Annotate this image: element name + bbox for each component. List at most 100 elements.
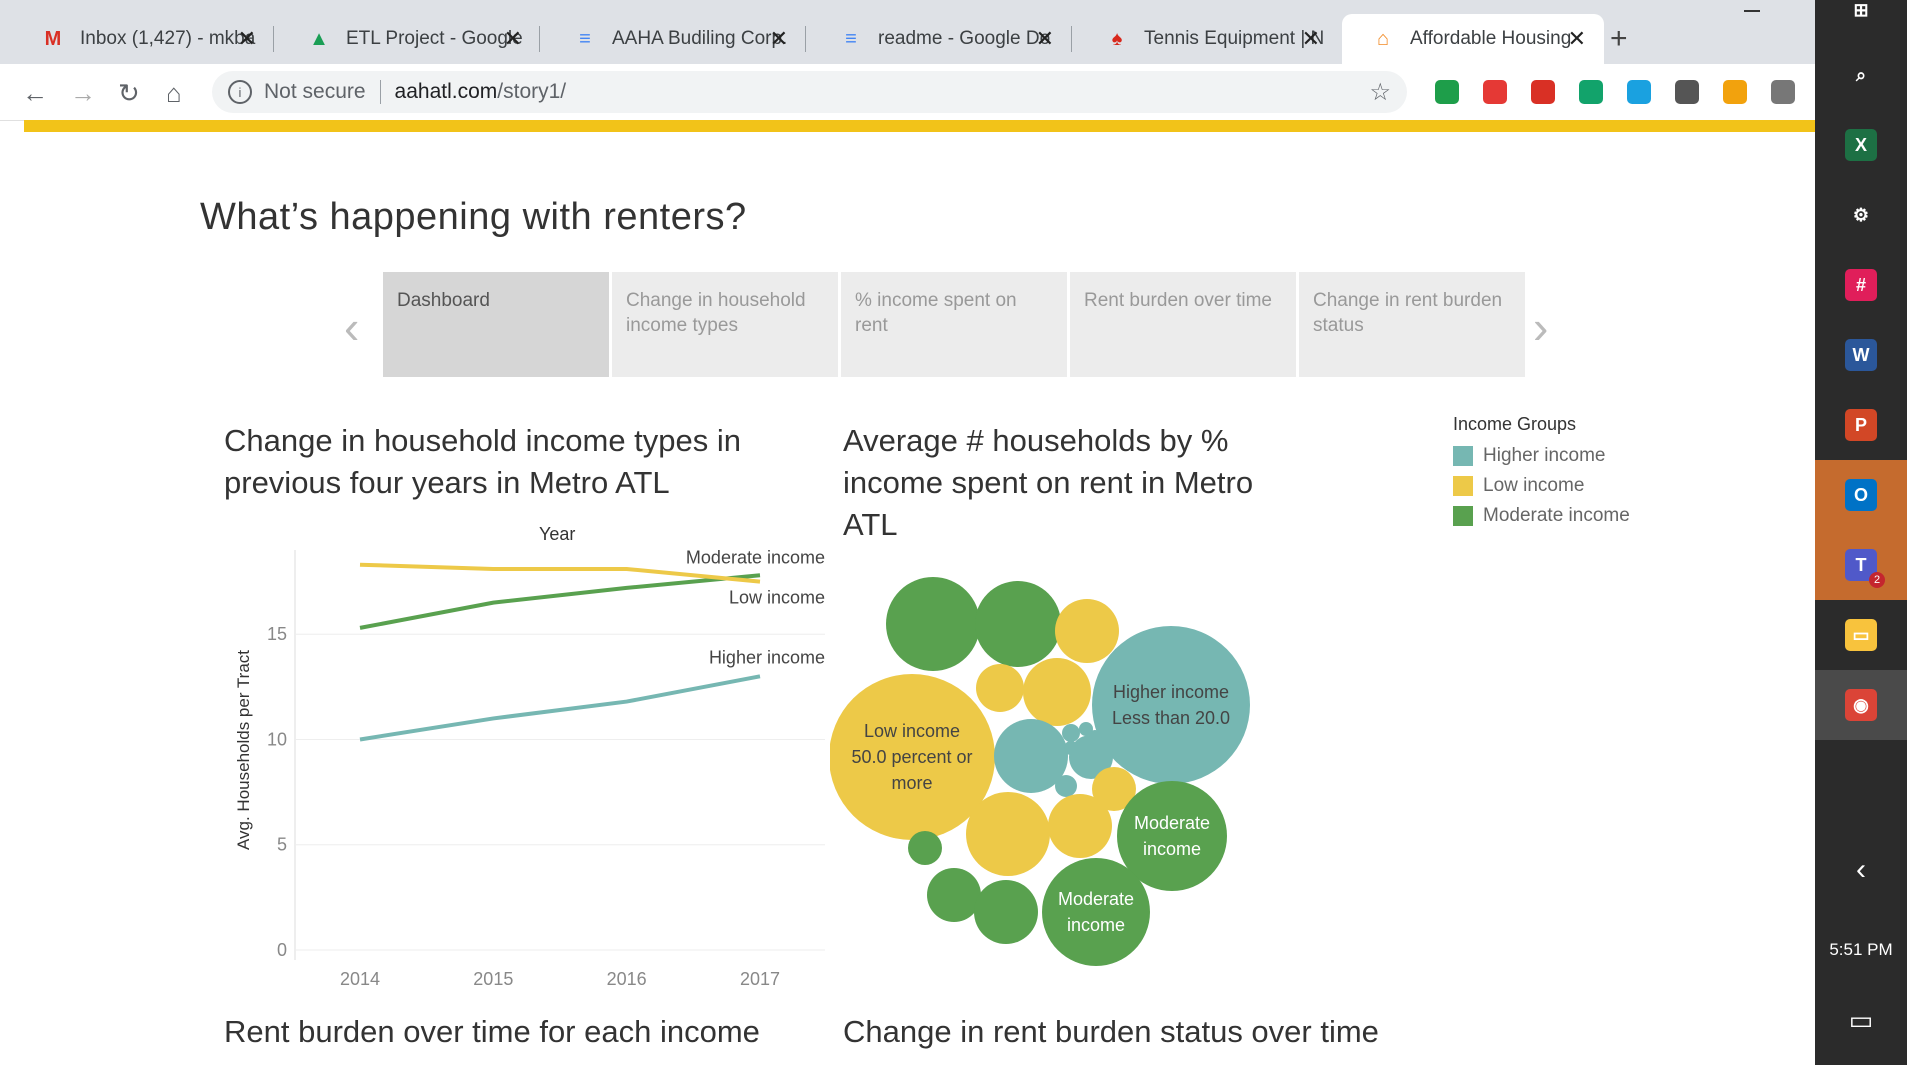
browser-tab[interactable]: ≡ AAHA Budiling Corp. ✕ [544, 14, 806, 64]
browser-tab[interactable]: ▲ ETL Project - Google ✕ [278, 14, 540, 64]
bubble[interactable] [1055, 599, 1119, 663]
settings-icon: ⚙ [1852, 204, 1870, 225]
housing-site-icon: ⌂ [1376, 27, 1390, 50]
google-drive-icon: ▲ [309, 27, 329, 50]
legend-label: Moderate income [1483, 505, 1630, 526]
tab-separator [1071, 26, 1072, 52]
home-icon[interactable]: ⌂ [166, 78, 182, 109]
story-next-arrow-icon[interactable]: › [1533, 300, 1548, 354]
bubble[interactable] [1048, 794, 1112, 858]
bubble[interactable] [976, 664, 1024, 712]
search-icon: ⌕ [1855, 64, 1867, 85]
info-icon[interactable]: i [228, 80, 252, 104]
x-tick-label: 2016 [607, 969, 647, 989]
settings-taskbar-button[interactable]: ⚙ [1815, 180, 1907, 250]
bubble-chart-title: Average # households by % income spent o… [843, 423, 1254, 542]
extension-icon[interactable] [1483, 80, 1507, 104]
extension-icon[interactable] [1579, 80, 1603, 104]
bubble[interactable] [927, 868, 981, 922]
bubble[interactable] [975, 581, 1061, 667]
legend-label: Low income [1483, 475, 1585, 496]
reload-icon[interactable]: ↻ [118, 78, 140, 109]
bubble[interactable] [1042, 858, 1150, 966]
bubble[interactable] [1023, 658, 1091, 726]
back-icon[interactable]: ← [22, 78, 48, 109]
address-bar[interactable]: i Not secure aahatl.com /story1/ ☆ [212, 71, 1407, 113]
new-tab-button[interactable]: + [1610, 22, 1628, 56]
tab-close-icon[interactable]: ✕ [1568, 26, 1586, 52]
story-point-label: % income spent on rent [855, 290, 1017, 336]
legend-label: Higher income [1483, 445, 1606, 466]
tab-close-icon[interactable]: ✕ [504, 26, 522, 52]
bubble[interactable] [1062, 724, 1080, 742]
bookmark-star-icon[interactable]: ☆ [1369, 78, 1391, 107]
bubble[interactable] [1092, 626, 1250, 784]
forward-icon[interactable]: → [70, 78, 96, 109]
action-center-button[interactable]: ▭ [1815, 995, 1907, 1045]
tab-close-icon[interactable]: ✕ [1036, 26, 1054, 52]
story-point-tab[interactable]: % income spent on rent [841, 272, 1067, 377]
excel-taskbar-button[interactable]: X [1815, 110, 1907, 180]
file-explorer-taskbar-button[interactable]: ▭ [1815, 600, 1907, 670]
story-point-tab[interactable]: Change in household income types [612, 272, 838, 377]
legend-item[interactable]: Moderate income [1453, 501, 1630, 531]
bubble[interactable] [1055, 775, 1077, 797]
address-divider [379, 80, 381, 104]
bubble-chart: Low income 50.0 percent or moreHigher inco… [830, 577, 1250, 966]
slack-taskbar-button[interactable]: # [1815, 250, 1907, 320]
tab-close-icon[interactable]: ✕ [770, 26, 788, 52]
outlook-taskbar-button[interactable]: O [1815, 460, 1907, 530]
tab-close-icon[interactable]: ✕ [1302, 26, 1320, 52]
tab-close-icon[interactable]: ✕ [238, 26, 256, 52]
tennis-site-icon: ♠ [1111, 27, 1123, 50]
story-prev-arrow-icon[interactable]: ‹ [344, 300, 359, 354]
extension-icon[interactable] [1771, 80, 1795, 104]
extension-icon[interactable] [1723, 80, 1747, 104]
x-tick-label: 2015 [473, 969, 513, 989]
story-point-tab[interactable]: Dashboard [383, 272, 609, 377]
rent-burden-over-time-title: Rent burden over time for each income [224, 1014, 760, 1049]
word-taskbar-button[interactable]: W [1815, 320, 1907, 390]
bubble[interactable] [974, 880, 1038, 944]
teams-taskbar-button[interactable]: T2 [1815, 530, 1907, 600]
chevron-left-icon: ‹ [1856, 853, 1866, 886]
legend-swatch [1453, 506, 1473, 526]
browser-tab[interactable]: ≡ readme - Google Do ✕ [810, 14, 1072, 64]
browser-tab[interactable]: M Inbox (1,427) - mkba ✕ [12, 14, 274, 64]
legend-swatch [1453, 446, 1473, 466]
y-tick-label: 10 [267, 729, 287, 749]
taskbar-clock: 5:51 PM [1829, 940, 1893, 959]
bubble[interactable] [966, 792, 1050, 876]
browser-tab[interactable]: ♠ Tennis Equipment | N ✕ [1076, 14, 1338, 64]
outlook-icon: O [1845, 479, 1877, 511]
page-title: What’s happening with renters? [200, 196, 747, 238]
browser-tab[interactable]: ⌂ Affordable Housing ✕ [1342, 14, 1604, 64]
series-line[interactable] [359, 573, 761, 630]
story-point-tab[interactable]: Change in rent burden status [1299, 272, 1525, 377]
legend-item[interactable]: Higher income [1453, 441, 1630, 471]
extension-icon[interactable] [1675, 80, 1699, 104]
search-taskbar-button[interactable]: ⌕ [1815, 45, 1907, 105]
story-point-label: Change in rent burden status [1313, 290, 1503, 336]
extension-icon[interactable] [1531, 80, 1555, 104]
series-line[interactable] [359, 674, 761, 742]
gmail-icon: M [44, 27, 62, 50]
chrome-taskbar-button[interactable]: ◉ [1815, 670, 1907, 740]
y-tick-label: 15 [267, 624, 287, 644]
minimize-button[interactable] [1744, 10, 1760, 12]
rent-burden-status-title: Change in rent burden status over time [843, 1014, 1379, 1049]
windows-start-taskbar-button[interactable]: ⊞ [1815, 0, 1907, 40]
legend-item[interactable]: Low income [1453, 471, 1630, 501]
show-hidden-icons-button[interactable]: ‹ [1815, 845, 1907, 895]
bubble[interactable] [908, 831, 942, 865]
y-tick-label: 5 [277, 835, 287, 855]
extension-icon[interactable] [1435, 80, 1459, 104]
word-icon: W [1845, 339, 1877, 371]
bubble[interactable] [886, 577, 980, 671]
bubble[interactable] [1064, 741, 1078, 755]
windows-start-icon: ⊞ [1853, 0, 1869, 20]
bubble[interactable] [1089, 730, 1101, 742]
extension-icon[interactable] [1627, 80, 1651, 104]
powerpoint-taskbar-button[interactable]: P [1815, 390, 1907, 460]
story-point-tab[interactable]: Rent burden over time [1070, 272, 1296, 377]
